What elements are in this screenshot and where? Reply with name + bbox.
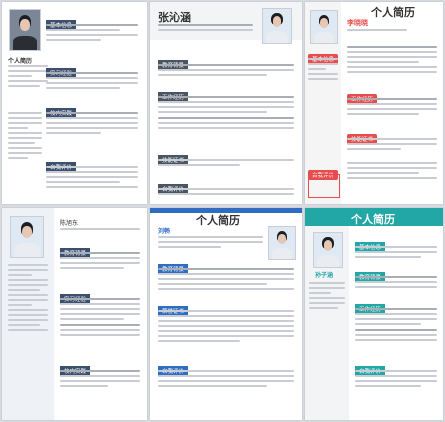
candidate-name: 孙子涵 xyxy=(315,272,334,279)
resume-title: 个人简历 xyxy=(371,6,415,19)
resume-thumbnail-5[interactable]: 个人简历 刘畅 教育背景 荣誉证书 自我评价 xyxy=(150,208,302,420)
candidate-name: 李晓晓 xyxy=(347,19,368,27)
resume-title: 个人简历 xyxy=(196,214,240,227)
resume-thumbnail-6[interactable]: 个人简历 孙子涵 基本信息 教育背景 工作经历 自我评价 xyxy=(305,208,443,420)
avatar xyxy=(10,216,44,258)
avatar xyxy=(268,226,296,260)
resume-thumbnail-4[interactable]: 陈旭东 教育背景 实习经验 校内实践 xyxy=(2,208,147,420)
resume-thumbnail-2[interactable]: 张沁涵 教育背景 工作经历 技能证书 自我评价 xyxy=(150,2,302,204)
candidate-name: 刘畅 xyxy=(158,228,171,235)
candidate-name: 陈旭东 xyxy=(60,220,79,227)
resume-thumbnail-3[interactable]: 个人简历 李晓晓 基本信息 工作经历 技能证书 自我评价 xyxy=(305,2,443,204)
avatar xyxy=(310,10,338,44)
avatar xyxy=(262,8,292,44)
candidate-name: 张沁涵 xyxy=(158,11,191,24)
left-info-column: 个人简历 xyxy=(8,58,48,90)
resume-thumbnail-1[interactable]: 基本信息 个人简历 实习经验 校内实践 自我评价 xyxy=(2,2,147,204)
note-box xyxy=(308,174,340,198)
avatar xyxy=(9,9,41,51)
avatar xyxy=(313,232,343,268)
resume-title: 个人简历 xyxy=(351,213,395,226)
